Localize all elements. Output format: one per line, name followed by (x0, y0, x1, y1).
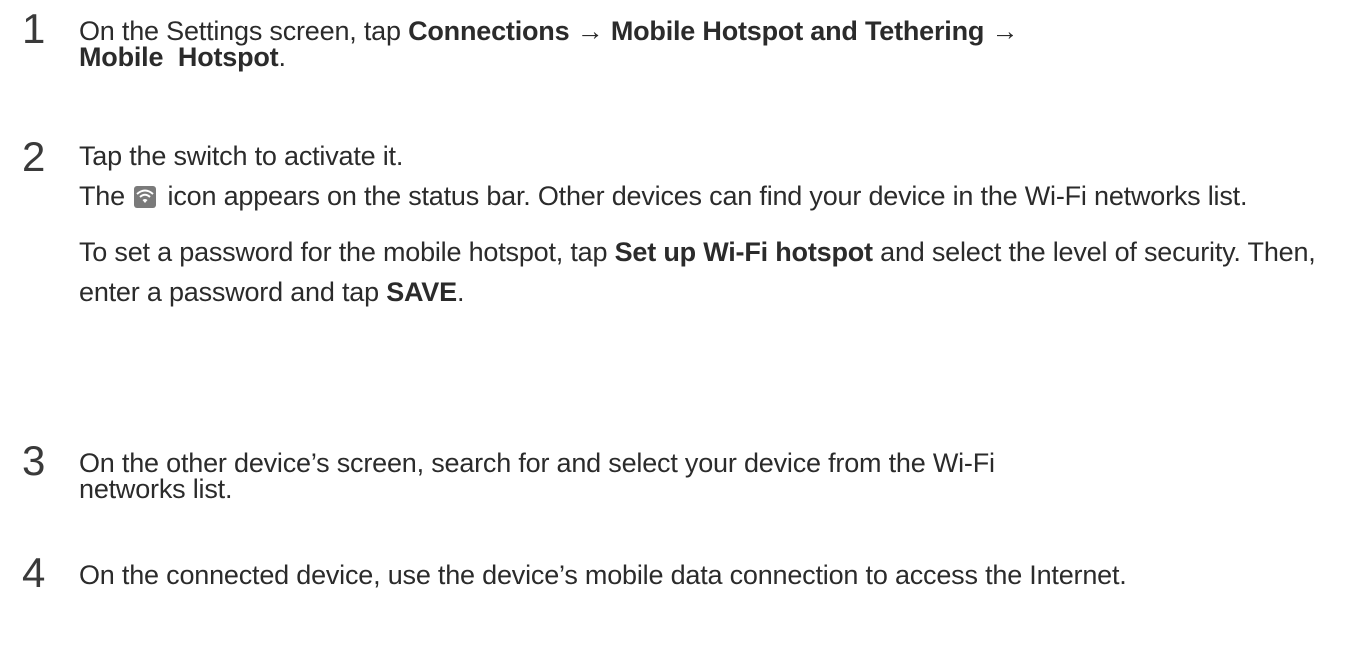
step-paragraph: To set a password for the mobile hotspot… (79, 232, 1319, 312)
menu-set-up-wifi-hotspot: Set up Wi-Fi hotspot (614, 237, 873, 267)
step-paragraph: The icon appears on the status bar. Othe… (79, 176, 1319, 216)
menu-path-connections: Connections (408, 16, 570, 46)
step-number: 1 (22, 5, 46, 52)
step-line: Tap the switch to activate it. (79, 141, 404, 171)
step-text: On the other device’s screen, search for… (79, 448, 995, 504)
period: . (456, 277, 465, 307)
step-text-plain: To set a password for the mobile hotspot… (79, 237, 615, 267)
step-text: On the Settings screen, tap Connections … (79, 16, 1319, 72)
menu-path-mobile-hotspot: Mobile Hotspot (79, 42, 279, 72)
menu-path-hotspot-tethering: Mobile Hotspot and Tethering (610, 16, 985, 46)
step-text-plain: The (79, 181, 133, 211)
step-number: 2 (22, 133, 46, 180)
path-arrow: → (569, 16, 611, 46)
save-label: SAVE (386, 277, 457, 307)
path-arrow: → (984, 16, 1019, 46)
period: . (278, 42, 286, 72)
step-text-plain: icon appears on the status bar. Other de… (160, 181, 1248, 211)
step-number: 3 (22, 437, 46, 484)
step-number: 4 (22, 549, 46, 596)
wifi-hotspot-icon (134, 179, 157, 208)
step-text: Tap the switch to activate it. The icon … (79, 136, 1319, 312)
step-text: On the connected device, use the device’… (79, 560, 1127, 590)
